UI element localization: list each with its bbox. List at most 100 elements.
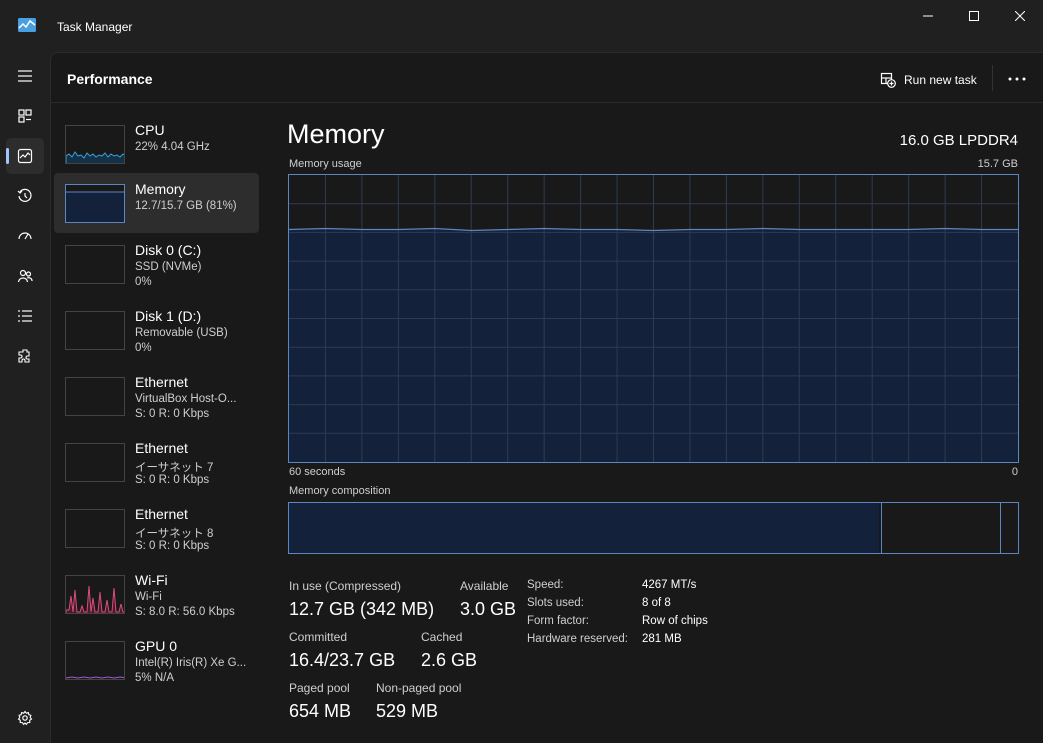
resource-title: Memory	[287, 119, 385, 149]
run-new-task-icon	[880, 72, 896, 88]
speed-value: 4267 MT/s	[642, 579, 697, 591]
page-title: Performance	[67, 71, 153, 87]
gpu-sparkline	[66, 676, 124, 679]
device-detail-secondary: S: 0 R: 0 Kbps	[135, 408, 210, 420]
device-name: Disk 0 (C:)	[135, 242, 202, 258]
slots-used-value: 8 of 8	[642, 597, 671, 609]
cpu-thumbnail	[65, 125, 125, 164]
available-label: Available	[460, 579, 509, 593]
device-detail-secondary: 5% N/A	[135, 672, 174, 684]
device-name: Wi-Fi	[135, 572, 168, 588]
graph-time-span: 60 seconds	[289, 466, 346, 478]
device-item-disk-1[interactable]: Disk 1 (D:) Removable (USB) 0%	[54, 300, 259, 360]
content-area: Performance Run new task CPU 22% 4.04 GH…	[50, 52, 1043, 743]
form-factor-key: Form factor:	[527, 615, 589, 627]
nav-app-history[interactable]	[6, 178, 44, 214]
run-new-task-button[interactable]: Run new task	[880, 69, 977, 91]
hamburger-menu-icon	[18, 70, 32, 82]
non-paged-pool-label: Non-paged pool	[376, 681, 462, 695]
ethernet-thumbnail	[65, 443, 125, 482]
close-icon	[1015, 11, 1025, 21]
maximize-button[interactable]	[951, 0, 997, 32]
nav-users[interactable]	[6, 258, 44, 294]
more-options-button[interactable]	[1004, 67, 1030, 91]
task-manager-icon	[18, 18, 36, 32]
device-detail: イーサネット 7	[135, 462, 214, 474]
device-item-gpu-0[interactable]: GPU 0 Intel(R) Iris(R) Xe G... 5% N/A	[54, 630, 259, 690]
hamburger-menu-button[interactable]	[6, 58, 44, 94]
users-icon	[17, 269, 33, 283]
graph-time-now: 0	[1011, 466, 1018, 478]
device-name: CPU	[135, 122, 165, 138]
device-item-disk-0[interactable]: Disk 0 (C:) SSD (NVMe) 0%	[54, 234, 259, 294]
services-icon	[18, 349, 30, 363]
memory-composition-bar	[288, 502, 1019, 554]
memory-spec: 16.0 GB LPDDR4	[899, 132, 1018, 149]
paged-pool-label: Paged pool	[289, 681, 350, 695]
device-detail-secondary: S: 0 R: 0 Kbps	[135, 474, 210, 486]
device-name: GPU 0	[135, 638, 178, 654]
device-name: Ethernet	[135, 506, 188, 522]
device-detail: イーサネット 8	[135, 528, 214, 540]
disk-1-thumbnail	[65, 311, 125, 350]
device-item-memory[interactable]: Memory 12.7/15.7 GB (81%)	[54, 173, 259, 233]
slots-used-key: Slots used:	[527, 597, 584, 609]
composition-free[interactable]	[999, 503, 1018, 553]
device-name: Memory	[135, 181, 186, 197]
composition-in-use[interactable]	[289, 503, 880, 553]
memory-sparkline	[66, 191, 124, 222]
device-name: Ethernet	[135, 440, 188, 456]
hardware-reserved-key: Hardware reserved:	[527, 633, 628, 645]
composition-standby[interactable]	[881, 503, 999, 553]
device-detail-secondary: S: 8.0 R: 56.0 Kbps	[135, 606, 235, 618]
nav-startup-apps[interactable]	[6, 218, 44, 254]
run-new-task-label: Run new task	[904, 73, 977, 87]
device-item-ethernet-8[interactable]: Ethernet イーサネット 8 S: 0 R: 0 Kbps	[54, 498, 259, 558]
device-name: Disk 1 (D:)	[135, 308, 202, 324]
device-item-ethernet-7[interactable]: Ethernet イーサネット 7 S: 0 R: 0 Kbps	[54, 432, 259, 492]
minimize-icon	[923, 15, 933, 17]
page-header: Performance Run new task	[51, 53, 1043, 103]
title-bar: Task Manager	[0, 0, 1043, 52]
cpu-sparkline	[66, 151, 124, 163]
device-detail-secondary: 0%	[135, 276, 152, 288]
device-item-ethernet-virtualbox[interactable]: Ethernet VirtualBox Host-O... S: 0 R: 0 …	[54, 366, 259, 426]
device-detail-secondary: 0%	[135, 342, 152, 354]
memory-usage-label: Memory usage	[289, 158, 362, 170]
nav-processes[interactable]	[6, 98, 44, 134]
processes-icon	[18, 109, 32, 123]
memory-thumbnail	[65, 184, 125, 223]
memory-composition-label: Memory composition	[289, 485, 391, 497]
device-detail-secondary: S: 0 R: 0 Kbps	[135, 540, 210, 552]
window-title: Task Manager	[57, 20, 133, 34]
ethernet-thumbnail	[65, 509, 125, 548]
app-history-icon	[17, 188, 32, 202]
gpu-thumbnail	[65, 641, 125, 680]
ethernet-thumbnail	[65, 377, 125, 416]
device-detail: 12.7/15.7 GB (81%)	[135, 200, 237, 212]
device-item-wifi[interactable]: Wi-Fi Wi-Fi S: 8.0 R: 56.0 Kbps	[54, 564, 259, 624]
device-detail: VirtualBox Host-O...	[135, 393, 237, 405]
nav-details[interactable]	[6, 298, 44, 334]
device-detail: Intel(R) Iris(R) Xe G...	[135, 657, 247, 669]
nav-settings[interactable]	[6, 700, 44, 736]
in-use-value: 12.7 GB (342 MB)	[289, 599, 435, 619]
committed-label: Committed	[289, 630, 348, 644]
form-factor-value: Row of chips	[642, 615, 708, 627]
speed-key: Speed:	[527, 579, 564, 591]
memory-usage-graph	[288, 174, 1019, 463]
minimize-button[interactable]	[905, 0, 951, 32]
close-button[interactable]	[997, 0, 1043, 32]
available-value: 3.0 GB	[460, 599, 517, 619]
nav-performance[interactable]	[6, 138, 44, 174]
device-item-cpu[interactable]: CPU 22% 4.04 GHz	[54, 114, 259, 174]
device-name: Ethernet	[135, 374, 188, 390]
nav-services[interactable]	[6, 338, 44, 374]
hardware-reserved-value: 281 MB	[642, 633, 682, 645]
cached-value: 2.6 GB	[421, 650, 478, 670]
committed-value: 16.4/23.7 GB	[289, 650, 396, 670]
maximize-icon	[969, 11, 979, 21]
paged-pool-value: 654 MB	[289, 701, 352, 721]
device-detail: Removable (USB)	[135, 327, 228, 339]
in-use-label: In use (Compressed)	[289, 579, 402, 593]
